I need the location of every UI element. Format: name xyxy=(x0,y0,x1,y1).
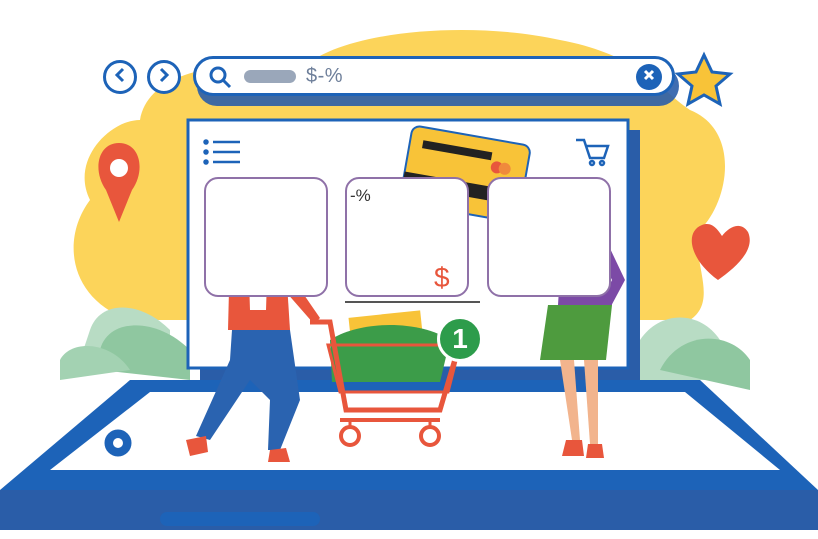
search-placeholder-bar xyxy=(244,70,296,83)
search-icon xyxy=(208,65,232,94)
cart-count-badge: 1 xyxy=(437,316,483,362)
chevron-left-icon xyxy=(113,67,127,88)
back-button[interactable] xyxy=(103,60,137,94)
search-query-text: $-% xyxy=(306,65,344,87)
clear-search-button[interactable] xyxy=(636,64,662,90)
forward-button[interactable] xyxy=(147,60,181,94)
price-symbol: $ xyxy=(434,262,450,293)
chevron-right-icon xyxy=(157,67,171,88)
product-card-black-sneaker[interactable] xyxy=(204,177,328,297)
close-icon xyxy=(643,68,655,86)
tablet-device xyxy=(0,380,818,530)
plant-right xyxy=(640,317,750,390)
search-bar[interactable]: $-% xyxy=(193,56,675,96)
discount-label: -% xyxy=(350,186,371,205)
product-card-green-sneaker[interactable] xyxy=(487,177,611,297)
star-icon[interactable] xyxy=(674,51,734,107)
